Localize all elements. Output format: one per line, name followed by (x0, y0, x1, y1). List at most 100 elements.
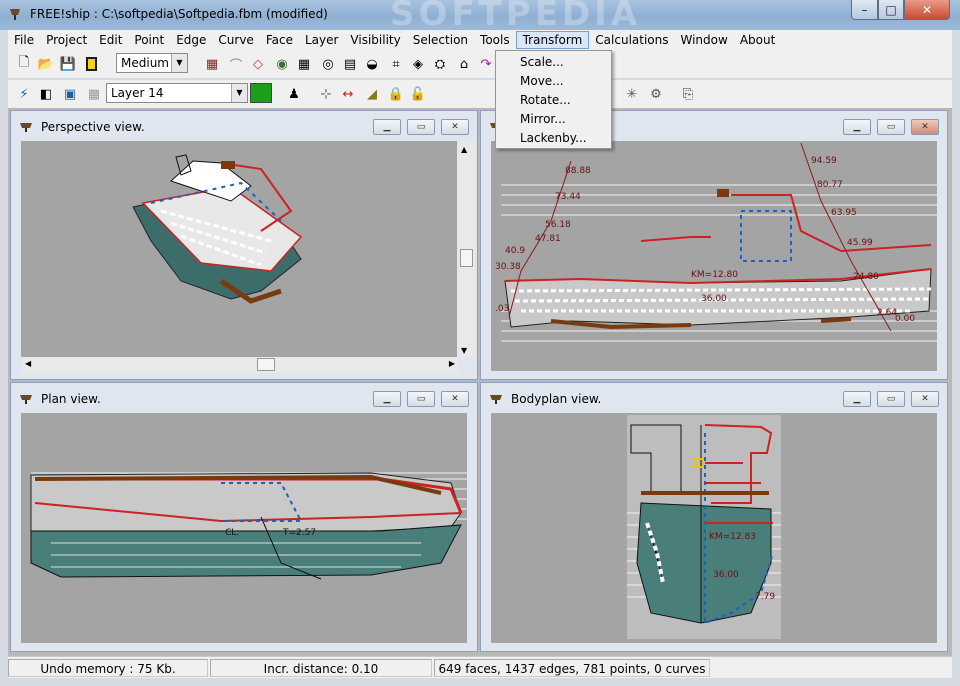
menu-visibility[interactable]: Visibility (344, 31, 406, 49)
minimize-icon[interactable]: ▁ (843, 119, 871, 135)
stations-icon[interactable]: ◉ (272, 54, 292, 74)
menu-project[interactable]: Project (40, 31, 93, 49)
plan-viewport[interactable]: CL: T=2.57 (21, 413, 467, 643)
menu-face[interactable]: Face (260, 31, 299, 49)
menu-edge[interactable]: Edge (170, 31, 212, 49)
menu-window[interactable]: Window (675, 31, 734, 49)
export-icon[interactable]: ⎘ (678, 84, 698, 104)
transform-mirror[interactable]: Mirror... (496, 110, 611, 129)
mdi-client: Perspective view. ▁ ▭ ✕ ▲ ▼ ◀ ▶ ▁ ▭ ✕ 88… (8, 108, 952, 656)
precision-value: Medium (121, 56, 169, 70)
profile-viewport[interactable]: 88.88 73.44 56.18 47.81 40.9 30.38 94.59… (491, 141, 937, 371)
close-icon[interactable]: ✕ (441, 119, 469, 135)
scroll-thumb[interactable] (460, 249, 473, 267)
open-folder-icon[interactable]: 📂 (36, 54, 56, 74)
remove-unused-icon[interactable]: ⚙ (646, 84, 666, 104)
close-icon[interactable]: ✕ (911, 119, 939, 135)
active-layer-value: Layer 14 (111, 86, 164, 100)
perspective-horizontal-scrollbar[interactable]: ◀ ▶ (21, 357, 459, 373)
ship-icon (20, 395, 32, 404)
control-net-icon[interactable]: ▦ (202, 54, 222, 74)
menu-layer[interactable]: Layer (299, 31, 344, 49)
lock-points-icon[interactable]: 🔒 (386, 84, 406, 104)
ship-icon (490, 395, 502, 404)
bodyplan-viewport[interactable]: KM=12.83 36.00 7.79 (491, 413, 937, 643)
profile-hull-drawing: 88.88 73.44 56.18 47.81 40.9 30.38 94.59… (495, 142, 937, 342)
menu-selection[interactable]: Selection (407, 31, 474, 49)
menu-point[interactable]: Point (128, 31, 170, 49)
bodyplan-view-titlebar: Bodyplan view. ▁ ▭ ✕ (481, 383, 947, 413)
layer-properties-icon[interactable]: ⚡ (14, 84, 34, 104)
minimize-icon[interactable]: ▁ (373, 391, 401, 407)
hydrostatic-features-icon[interactable]: ⌗ (386, 54, 406, 74)
menu-transform[interactable]: Transform (515, 31, 590, 49)
insert-plane-icon[interactable]: ◢ (362, 84, 382, 104)
transform-scale[interactable]: Scale... (496, 53, 611, 72)
maximize-button[interactable]: □ (878, 0, 904, 20)
scroll-right-icon[interactable]: ▶ (449, 359, 455, 368)
scroll-left-icon[interactable]: ◀ (25, 359, 31, 368)
maximize-icon[interactable]: ▭ (407, 391, 435, 407)
exit-icon[interactable] (82, 54, 102, 74)
maximize-icon[interactable]: ▭ (877, 391, 905, 407)
develop-layer-icon[interactable]: ◧ (36, 84, 56, 104)
bodyplan-label: 36.00 (713, 570, 739, 580)
perspective-view-titlebar: Perspective view. ▁ ▭ ✕ (11, 111, 477, 141)
extrude-edge-icon[interactable]: ↔ (338, 84, 358, 104)
layer-grid-icon[interactable]: ▦ (84, 84, 104, 104)
new-file-icon[interactable]: 🗋 (14, 54, 34, 74)
close-icon[interactable]: ✕ (441, 391, 469, 407)
menu-tools[interactable]: Tools (474, 31, 516, 49)
scroll-down-icon[interactable]: ▼ (461, 346, 467, 355)
markers-icon[interactable]: ⛭ (430, 54, 450, 74)
diagonals-icon[interactable]: ◒ (362, 54, 382, 74)
profile-label: 45.99 (847, 238, 873, 248)
normals-icon[interactable]: ↷ (476, 54, 496, 74)
profile-label: 80.77 (817, 180, 843, 190)
perspective-viewport[interactable] (21, 141, 457, 357)
menu-calculations[interactable]: Calculations (589, 31, 674, 49)
profile-view-window: ▁ ▭ ✕ 88.88 73.44 56.18 47.81 40.9 30.38… (480, 110, 948, 380)
profile-label: .03 (495, 304, 509, 314)
waterlines-icon[interactable]: ▤ (340, 54, 360, 74)
control-curves-icon[interactable]: ◇ (248, 54, 268, 74)
transform-rotate[interactable]: Rotate... (496, 91, 611, 110)
unlock-points-icon[interactable]: 🔓 (408, 84, 428, 104)
minimize-icon[interactable]: ▁ (373, 119, 401, 135)
menu-curve[interactable]: Curve (212, 31, 259, 49)
layer-color-swatch[interactable] (250, 83, 272, 103)
active-layer-select[interactable]: Layer 14 ▼ (106, 83, 248, 103)
menu-edit[interactable]: Edit (93, 31, 128, 49)
window-title: FREE!ship : C:\softpedia\Softpedia.fbm (… (30, 7, 328, 21)
close-icon[interactable]: ✕ (911, 391, 939, 407)
buttocks-icon[interactable]: ◎ (318, 54, 338, 74)
menu-file[interactable]: File (8, 31, 40, 49)
transform-move[interactable]: Move... (496, 72, 611, 91)
minimize-button[interactable]: – (851, 0, 878, 20)
minimize-icon[interactable]: ▁ (843, 391, 871, 407)
grid-icon[interactable]: ▦ (294, 54, 314, 74)
save-icon[interactable]: 💾 (58, 54, 78, 74)
layer-visibility-icon[interactable]: ▣ (60, 84, 80, 104)
profile-label: 36.00 (701, 294, 727, 304)
profile-label: 40.9 (505, 246, 525, 256)
perspective-vertical-scrollbar[interactable]: ▲ ▼ (459, 141, 475, 357)
precision-select[interactable]: Medium ▼ (116, 53, 188, 73)
bodyplan-label: KM=12.83 (709, 532, 756, 542)
maximize-icon[interactable]: ▭ (407, 119, 435, 135)
menu-about[interactable]: About (734, 31, 781, 49)
profile-label: 94.59 (811, 156, 837, 166)
scroll-thumb[interactable] (257, 358, 275, 371)
interior-edges-icon[interactable]: ⌒ (226, 54, 246, 74)
chevron-down-icon: ▼ (171, 54, 187, 72)
collapse-point-icon[interactable]: ♟ (284, 84, 304, 104)
check-model-icon[interactable]: ✳ (622, 84, 642, 104)
transform-lackenby[interactable]: Lackenby... (496, 129, 611, 148)
close-button[interactable]: ✕ (904, 0, 950, 20)
flowlines-icon[interactable]: ◈ (408, 54, 428, 74)
curvature-icon[interactable]: ⌂ (454, 54, 474, 74)
add-point-icon[interactable]: ⊹ (316, 84, 336, 104)
maximize-icon[interactable]: ▭ (877, 119, 905, 135)
scroll-up-icon[interactable]: ▲ (461, 145, 467, 154)
perspective-hull-drawing (132, 154, 303, 304)
